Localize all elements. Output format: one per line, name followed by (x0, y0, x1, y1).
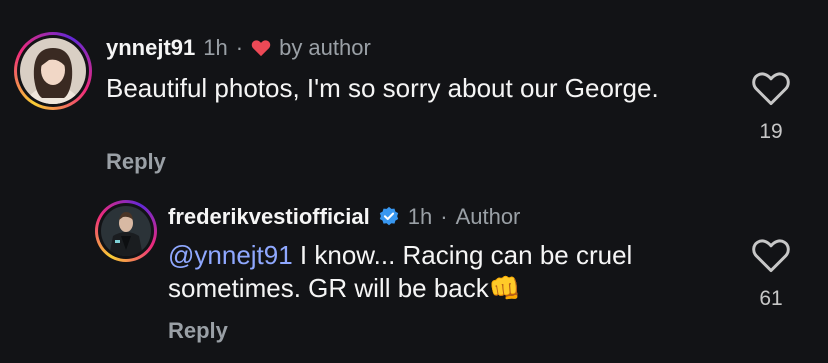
meta-separator: · (440, 204, 448, 229)
liked-by-author-label: by author (279, 35, 371, 60)
comment-text-line1: I know... Racing can be cruel (292, 240, 633, 270)
comment-username[interactable]: ynnejt91 (106, 35, 195, 61)
comment-1: ynnejt91 1h · by author Beautiful photos… (0, 0, 828, 185)
comment-2-header: frederikvestiofficial 1h · Author (168, 204, 520, 230)
meta-separator: · (235, 35, 244, 60)
heart-outline-icon (752, 72, 790, 106)
comment-2: frederikvestiofficial 1h · Author @ynnej… (0, 185, 828, 363)
comment-1-header: ynnejt91 1h · by author (106, 35, 371, 61)
like-button[interactable] (751, 237, 791, 278)
verified-badge-icon (378, 206, 400, 228)
reply-button[interactable]: Reply (168, 318, 228, 344)
avatar-photo-icon (20, 38, 86, 104)
comment-1-text: Beautiful photos, I'm so sorry about our… (106, 73, 659, 103)
avatar-2[interactable] (95, 200, 157, 262)
heart-outline-icon (752, 239, 790, 273)
like-count: 19 (759, 120, 783, 143)
author-label: Author (455, 204, 521, 229)
like-count: 61 (759, 287, 783, 310)
like-button[interactable] (751, 70, 791, 111)
comment-2-text: @ynnejt91 I know... Racing can be cruel … (168, 239, 728, 305)
fist-emoji-icon: 👊 (488, 273, 522, 303)
heart-filled-icon (251, 39, 271, 57)
avatar-1[interactable] (14, 32, 92, 110)
comment-username[interactable]: frederikvestiofficial (168, 204, 370, 230)
reply-button[interactable]: Reply (106, 149, 166, 175)
avatar-photo-icon (101, 206, 151, 256)
comment-time: 1h (203, 35, 228, 60)
comment-text-line2: sometimes. GR will be back (168, 273, 489, 303)
mention-link[interactable]: @ynnejt91 (168, 240, 293, 270)
comment-time: 1h (407, 204, 433, 229)
